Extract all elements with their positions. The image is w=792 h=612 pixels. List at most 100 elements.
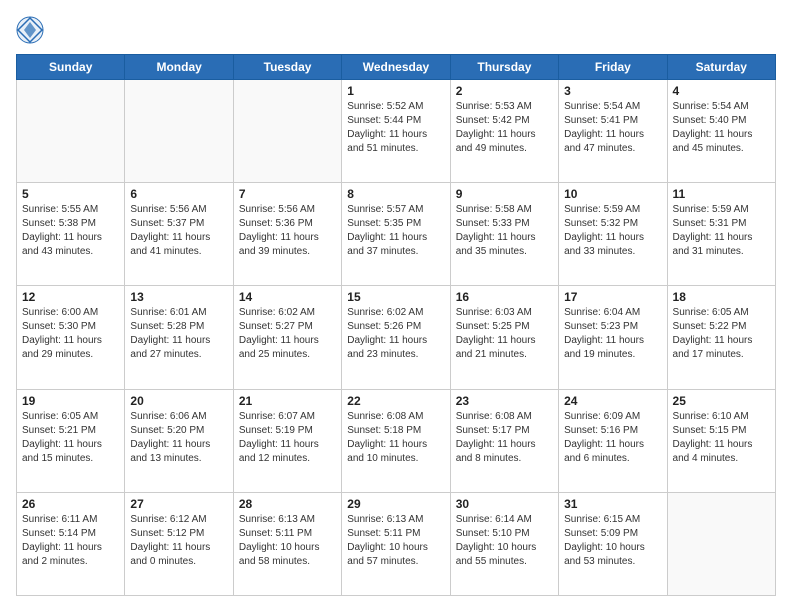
calendar-week-row: 12 Sunrise: 6:00 AM Sunset: 5:30 PM Dayli… bbox=[17, 286, 776, 389]
day-info: Sunrise: 6:05 AM Sunset: 5:21 PM Dayligh… bbox=[22, 410, 119, 466]
day-number: 8 bbox=[347, 187, 444, 201]
day-info: Sunrise: 5:59 AM Sunset: 5:31 PM Dayligh… bbox=[673, 203, 770, 259]
day-info: Sunrise: 6:01 AM Sunset: 5:28 PM Dayligh… bbox=[130, 306, 227, 362]
calendar-cell: 5Sunrise: 5:55 AM Sunset: 5:38 PM Daylig… bbox=[17, 183, 125, 286]
weekday-header: Saturday bbox=[667, 55, 775, 80]
day-number: 18 bbox=[673, 290, 770, 304]
day-info: Sunrise: 5:55 AM Sunset: 5:38 PM Dayligh… bbox=[22, 203, 119, 259]
day-number: 12 bbox=[22, 290, 119, 304]
calendar-cell: 18 Sunrise: 6:05 AM Sunset: 5:22 PM Dayli… bbox=[667, 286, 775, 389]
day-info: Sunrise: 5:56 AM Sunset: 5:36 PM Dayligh… bbox=[239, 203, 336, 259]
weekday-header: Thursday bbox=[450, 55, 558, 80]
day-info: Sunrise: 5:56 AM Sunset: 5:37 PM Dayligh… bbox=[130, 203, 227, 259]
calendar-cell: 19 Sunrise: 6:05 AM Sunset: 5:21 PM Dayli… bbox=[17, 389, 125, 492]
day-info: Sunrise: 6:02 AM Sunset: 5:27 PM Dayligh… bbox=[239, 306, 336, 362]
day-number: 25 bbox=[673, 394, 770, 408]
calendar-week-row: 5Sunrise: 5:55 AM Sunset: 5:38 PM Daylig… bbox=[17, 183, 776, 286]
day-number: 9 bbox=[456, 187, 553, 201]
calendar-cell bbox=[125, 80, 233, 183]
day-number: 15 bbox=[347, 290, 444, 304]
day-info: Sunrise: 6:09 AM Sunset: 5:16 PM Dayligh… bbox=[564, 410, 661, 466]
day-number: 13 bbox=[130, 290, 227, 304]
day-info: Sunrise: 6:02 AM Sunset: 5:26 PM Dayligh… bbox=[347, 306, 444, 362]
calendar-cell: 30 Sunrise: 6:14 AM Sunset: 5:10 PM Dayli… bbox=[450, 492, 558, 595]
day-number: 11 bbox=[673, 187, 770, 201]
weekday-header: Sunday bbox=[17, 55, 125, 80]
day-number: 21 bbox=[239, 394, 336, 408]
day-info: Sunrise: 6:00 AM Sunset: 5:30 PM Dayligh… bbox=[22, 306, 119, 362]
day-number: 20 bbox=[130, 394, 227, 408]
day-info: Sunrise: 5:57 AM Sunset: 5:35 PM Dayligh… bbox=[347, 203, 444, 259]
day-info: Sunrise: 5:54 AM Sunset: 5:40 PM Dayligh… bbox=[673, 100, 770, 156]
calendar-cell bbox=[17, 80, 125, 183]
day-info: Sunrise: 6:15 AM Sunset: 5:09 PM Dayligh… bbox=[564, 513, 661, 569]
calendar-cell: 7 Sunrise: 5:56 AM Sunset: 5:36 PM Daylig… bbox=[233, 183, 341, 286]
calendar-cell: 11 Sunrise: 5:59 AM Sunset: 5:31 PM Dayli… bbox=[667, 183, 775, 286]
day-number: 31 bbox=[564, 497, 661, 511]
calendar: SundayMondayTuesdayWednesdayThursdayFrid… bbox=[16, 54, 776, 596]
calendar-cell: 6Sunrise: 5:56 AM Sunset: 5:37 PM Daylig… bbox=[125, 183, 233, 286]
calendar-cell: 10Sunrise: 5:59 AM Sunset: 5:32 PM Dayli… bbox=[559, 183, 667, 286]
day-number: 23 bbox=[456, 394, 553, 408]
calendar-cell: 14 Sunrise: 6:02 AM Sunset: 5:27 PM Dayli… bbox=[233, 286, 341, 389]
calendar-cell: 13 Sunrise: 6:01 AM Sunset: 5:28 PM Dayli… bbox=[125, 286, 233, 389]
day-number: 4 bbox=[673, 84, 770, 98]
day-info: Sunrise: 5:54 AM Sunset: 5:41 PM Dayligh… bbox=[564, 100, 661, 156]
day-number: 14 bbox=[239, 290, 336, 304]
calendar-cell: 15 Sunrise: 6:02 AM Sunset: 5:26 PM Dayli… bbox=[342, 286, 450, 389]
day-info: Sunrise: 6:13 AM Sunset: 5:11 PM Dayligh… bbox=[239, 513, 336, 569]
day-info: Sunrise: 6:08 AM Sunset: 5:17 PM Dayligh… bbox=[456, 410, 553, 466]
calendar-cell bbox=[667, 492, 775, 595]
calendar-cell: 9 Sunrise: 5:58 AM Sunset: 5:33 PM Daylig… bbox=[450, 183, 558, 286]
day-number: 7 bbox=[239, 187, 336, 201]
day-info: Sunrise: 6:11 AM Sunset: 5:14 PM Dayligh… bbox=[22, 513, 119, 569]
page: SundayMondayTuesdayWednesdayThursdayFrid… bbox=[0, 0, 792, 612]
header bbox=[16, 16, 776, 44]
calendar-cell: 26 Sunrise: 6:11 AM Sunset: 5:14 PM Dayli… bbox=[17, 492, 125, 595]
logo bbox=[16, 16, 48, 44]
day-info: Sunrise: 6:10 AM Sunset: 5:15 PM Dayligh… bbox=[673, 410, 770, 466]
day-info: Sunrise: 6:05 AM Sunset: 5:22 PM Dayligh… bbox=[673, 306, 770, 362]
day-info: Sunrise: 6:06 AM Sunset: 5:20 PM Dayligh… bbox=[130, 410, 227, 466]
calendar-cell: 16 Sunrise: 6:03 AM Sunset: 5:25 PM Dayli… bbox=[450, 286, 558, 389]
day-number: 30 bbox=[456, 497, 553, 511]
day-info: Sunrise: 5:52 AM Sunset: 5:44 PM Dayligh… bbox=[347, 100, 444, 156]
calendar-cell: 25 Sunrise: 6:10 AM Sunset: 5:15 PM Dayli… bbox=[667, 389, 775, 492]
calendar-cell: 21Sunrise: 6:07 AM Sunset: 5:19 PM Dayli… bbox=[233, 389, 341, 492]
day-number: 19 bbox=[22, 394, 119, 408]
calendar-cell: 8 Sunrise: 5:57 AM Sunset: 5:35 PM Daylig… bbox=[342, 183, 450, 286]
day-info: Sunrise: 6:08 AM Sunset: 5:18 PM Dayligh… bbox=[347, 410, 444, 466]
day-number: 22 bbox=[347, 394, 444, 408]
day-info: Sunrise: 5:53 AM Sunset: 5:42 PM Dayligh… bbox=[456, 100, 553, 156]
day-number: 28 bbox=[239, 497, 336, 511]
day-info: Sunrise: 5:58 AM Sunset: 5:33 PM Dayligh… bbox=[456, 203, 553, 259]
calendar-week-row: 26 Sunrise: 6:11 AM Sunset: 5:14 PM Dayli… bbox=[17, 492, 776, 595]
day-info: Sunrise: 6:03 AM Sunset: 5:25 PM Dayligh… bbox=[456, 306, 553, 362]
calendar-cell: 3Sunrise: 5:54 AM Sunset: 5:41 PM Daylig… bbox=[559, 80, 667, 183]
calendar-week-row: 19 Sunrise: 6:05 AM Sunset: 5:21 PM Dayli… bbox=[17, 389, 776, 492]
weekday-header: Friday bbox=[559, 55, 667, 80]
calendar-cell: 4 Sunrise: 5:54 AM Sunset: 5:40 PM Daylig… bbox=[667, 80, 775, 183]
day-number: 1 bbox=[347, 84, 444, 98]
day-info: Sunrise: 6:12 AM Sunset: 5:12 PM Dayligh… bbox=[130, 513, 227, 569]
calendar-cell: 23 Sunrise: 6:08 AM Sunset: 5:17 PM Dayli… bbox=[450, 389, 558, 492]
day-number: 2 bbox=[456, 84, 553, 98]
calendar-cell bbox=[233, 80, 341, 183]
day-number: 27 bbox=[130, 497, 227, 511]
weekday-row: SundayMondayTuesdayWednesdayThursdayFrid… bbox=[17, 55, 776, 80]
day-number: 16 bbox=[456, 290, 553, 304]
logo-icon bbox=[16, 16, 44, 44]
day-number: 29 bbox=[347, 497, 444, 511]
day-number: 17 bbox=[564, 290, 661, 304]
calendar-week-row: 1 Sunrise: 5:52 AM Sunset: 5:44 PM Daylig… bbox=[17, 80, 776, 183]
calendar-cell: 29Sunrise: 6:13 AM Sunset: 5:11 PM Dayli… bbox=[342, 492, 450, 595]
weekday-header: Tuesday bbox=[233, 55, 341, 80]
calendar-cell: 2 Sunrise: 5:53 AM Sunset: 5:42 PM Daylig… bbox=[450, 80, 558, 183]
day-number: 26 bbox=[22, 497, 119, 511]
day-info: Sunrise: 6:14 AM Sunset: 5:10 PM Dayligh… bbox=[456, 513, 553, 569]
day-info: Sunrise: 5:59 AM Sunset: 5:32 PM Dayligh… bbox=[564, 203, 661, 259]
calendar-cell: 12 Sunrise: 6:00 AM Sunset: 5:30 PM Dayli… bbox=[17, 286, 125, 389]
calendar-cell: 28 Sunrise: 6:13 AM Sunset: 5:11 PM Dayli… bbox=[233, 492, 341, 595]
calendar-cell: 24Sunrise: 6:09 AM Sunset: 5:16 PM Dayli… bbox=[559, 389, 667, 492]
calendar-cell: 22 Sunrise: 6:08 AM Sunset: 5:18 PM Dayli… bbox=[342, 389, 450, 492]
